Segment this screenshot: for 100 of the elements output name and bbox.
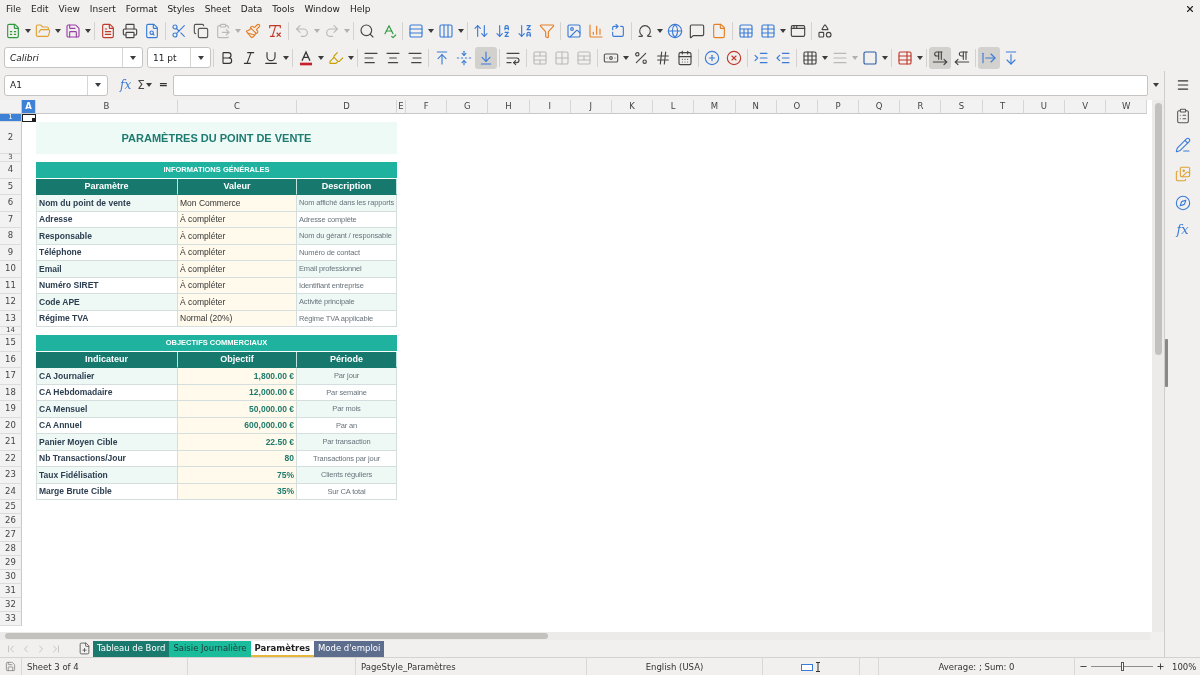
speech-bubble-icon[interactable]	[689, 23, 705, 39]
image-icon[interactable]	[566, 23, 582, 39]
column-header[interactable]: B	[36, 100, 178, 114]
caret-icon[interactable]	[283, 55, 289, 60]
menu-icon[interactable]	[1175, 78, 1190, 92]
calendar-icon[interactable]	[677, 49, 693, 66]
caret-icon[interactable]	[1153, 83, 1159, 87]
caret-icon[interactable]	[129, 55, 136, 60]
functions-button[interactable]: fx	[1176, 223, 1189, 237]
arrow-right-icon[interactable]	[978, 46, 1000, 69]
scissors-icon[interactable]	[171, 23, 187, 39]
caret-icon[interactable]	[25, 29, 31, 33]
sum-button[interactable]: Σ	[137, 78, 145, 92]
plus-circle-icon[interactable]	[704, 49, 720, 66]
rectangle-cursor-icon[interactable]	[801, 661, 821, 672]
align-middle-icon[interactable]	[456, 49, 472, 66]
menu-item[interactable]: Window	[299, 2, 345, 16]
row-header[interactable]: 10	[0, 261, 22, 278]
caret-icon[interactable]	[822, 55, 828, 60]
name-box[interactable]: A1	[4, 74, 108, 96]
file-plus-icon[interactable]	[78, 642, 91, 655]
column-header[interactable]: H	[488, 100, 530, 114]
row-header[interactable]: 25	[0, 500, 22, 514]
vertical-scrollbar[interactable]	[1152, 100, 1164, 632]
column-header[interactable]: S	[941, 100, 983, 114]
caret-icon[interactable]	[145, 83, 152, 87]
sort-ascending-icon[interactable]	[495, 23, 511, 39]
caret-icon[interactable]	[318, 55, 324, 60]
menu-item[interactable]: View	[53, 2, 85, 16]
row-header[interactable]: 32	[0, 598, 22, 612]
column-header[interactable]: Q	[859, 100, 901, 114]
column-header[interactable]: T	[982, 100, 1024, 114]
hash-icon[interactable]	[655, 49, 671, 66]
caret-icon[interactable]	[882, 55, 888, 60]
row-header[interactable]: 23	[0, 467, 22, 484]
column-header[interactable]: I	[529, 100, 571, 114]
column-header[interactable]: N	[735, 100, 777, 114]
printer-icon[interactable]	[122, 23, 138, 39]
row-header[interactable]: 2	[0, 122, 22, 154]
column-header[interactable]: P	[817, 100, 860, 114]
align-bottom-icon[interactable]	[475, 46, 497, 69]
spellcheck-icon[interactable]	[381, 23, 397, 39]
menu-item[interactable]: Styles	[162, 2, 200, 16]
menu-item[interactable]: Tools	[267, 2, 300, 16]
column-header[interactable]: J	[570, 100, 612, 114]
row-header[interactable]: 12	[0, 294, 22, 311]
underline-icon[interactable]	[263, 49, 279, 66]
column-header[interactable]: O	[776, 100, 818, 114]
sidebar-grip[interactable]	[1165, 339, 1168, 387]
percent-icon[interactable]	[633, 49, 649, 66]
caret-icon[interactable]	[55, 29, 61, 33]
caret-icon[interactable]	[623, 55, 629, 60]
row-header[interactable]: 33	[0, 612, 22, 626]
pilcrow-icon[interactable]	[929, 46, 951, 69]
menu-item[interactable]: Sheet	[199, 2, 236, 16]
menu-item[interactable]: Edit	[26, 2, 54, 16]
clear-formatting-icon[interactable]	[267, 23, 283, 39]
column-header[interactable]: K	[611, 100, 654, 114]
bold-icon[interactable]	[219, 49, 235, 66]
close-icon[interactable]	[1185, 4, 1195, 14]
rotate-square-icon[interactable]	[610, 23, 626, 39]
caret-icon[interactable]	[197, 55, 204, 60]
plus-icon[interactable]	[1156, 662, 1165, 671]
omega-icon[interactable]	[637, 23, 653, 39]
font-size-field[interactable]: 11 pt	[147, 47, 211, 68]
funnel-icon[interactable]	[539, 23, 555, 39]
function-wizard-button[interactable]: fx	[120, 78, 132, 92]
font-name-field[interactable]: Calibri	[4, 47, 143, 68]
globe-icon[interactable]	[667, 23, 683, 39]
column-header[interactable]: W	[1106, 100, 1148, 114]
row-header[interactable]: 27	[0, 528, 22, 542]
row-header[interactable]: 28	[0, 542, 22, 556]
align-top-icon[interactable]	[434, 49, 450, 66]
column-header[interactable]: A	[22, 100, 36, 114]
sheet-tab[interactable]: Tableau de Bord	[93, 640, 170, 657]
caret-icon[interactable]	[85, 29, 91, 33]
column-header[interactable]: L	[653, 100, 695, 114]
sort-descending-icon[interactable]	[517, 23, 533, 39]
formula-button[interactable]: =	[158, 78, 169, 92]
column-header[interactable]: C	[178, 100, 297, 114]
row-header[interactable]: 17	[0, 368, 22, 385]
document-icon[interactable]	[100, 23, 116, 39]
pencil-icon[interactable]	[1174, 137, 1191, 153]
row-header[interactable]: 6	[0, 195, 22, 212]
row-header[interactable]: 4	[0, 162, 22, 179]
column-header[interactable]: D	[297, 100, 397, 114]
column-header[interactable]: U	[1023, 100, 1065, 114]
x-circle-icon[interactable]	[726, 49, 742, 66]
row-header[interactable]: 30	[0, 570, 22, 584]
row-header[interactable]: 8	[0, 228, 22, 245]
row-header[interactable]: 29	[0, 556, 22, 570]
sheet-tab[interactable]: Paramètres	[250, 640, 314, 657]
document-search-icon[interactable]	[144, 23, 160, 39]
shapes-icon[interactable]	[817, 23, 833, 39]
row-header[interactable]: 19	[0, 401, 22, 418]
column-header[interactable]: F	[406, 100, 448, 114]
sheet-tab[interactable]: Saisie Journalière	[169, 640, 251, 657]
list-icon[interactable]	[1174, 108, 1191, 124]
horizontal-scrollbar[interactable]	[0, 632, 1150, 640]
row-header[interactable]: 26	[0, 514, 22, 528]
